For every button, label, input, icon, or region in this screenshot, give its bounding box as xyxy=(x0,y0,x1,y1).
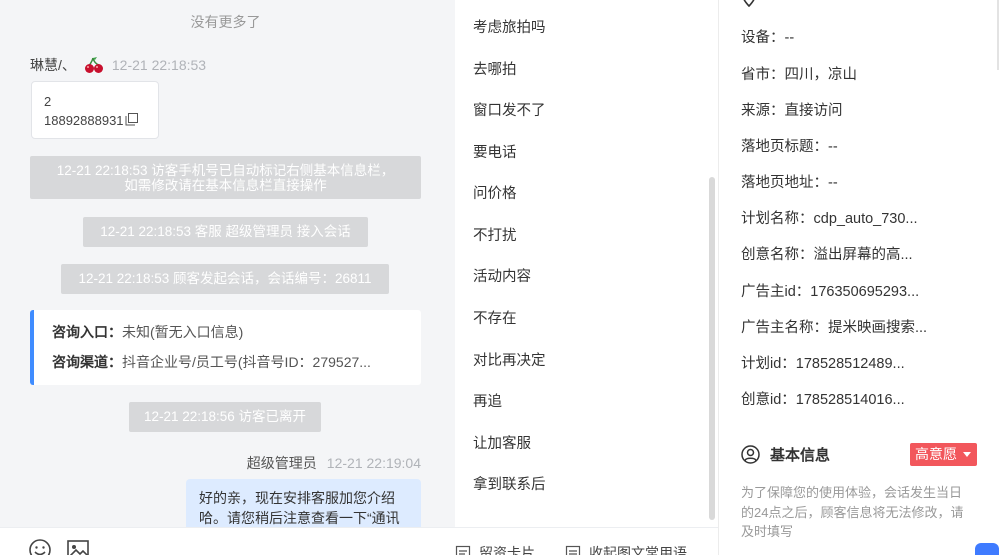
floating-action-button[interactable] xyxy=(975,543,999,555)
phone-card-line1: 2 xyxy=(44,94,52,109)
system-message-agent-joined: 12-21 22:18:53 客服 超级管理员 接入会话 xyxy=(83,217,368,247)
info-region: 省市：四川，凉山 xyxy=(741,67,857,83)
info-creative-name: 创意名称：溢出屏幕的高... xyxy=(741,247,913,263)
intent-tag-label: 高意愿 xyxy=(915,446,957,462)
quick-reply-item[interactable]: 窗口发不了 xyxy=(473,99,546,120)
quick-reply-item[interactable]: 不打扰 xyxy=(473,224,517,245)
visitor-time: 12-21 22:18:53 xyxy=(111,57,207,73)
quick-reply-item[interactable]: 去哪拍 xyxy=(473,58,517,79)
collapse-phrases-label: 收起图文常用语 xyxy=(589,545,687,555)
quick-reply-panel: 考虑旅拍吗 去哪拍 窗口发不了 要电话 问价格 不打扰 活动内容 不存在 对比再… xyxy=(455,0,719,555)
basic-info-title: 基本信息 xyxy=(770,447,831,464)
phrase-icon xyxy=(565,545,581,555)
quick-reply-item[interactable]: 要电话 xyxy=(473,141,517,162)
entry-row: 咨询入口：未知(暂无入口信息) xyxy=(52,321,421,351)
source-info-header xyxy=(741,0,757,7)
input-toolbar xyxy=(0,527,455,555)
phone-card-line2: 18892888931 xyxy=(44,111,158,130)
info-advertiser-name: 广告主名称：提米映画搜索... xyxy=(741,320,928,336)
card-icon xyxy=(455,545,471,555)
image-icon[interactable] xyxy=(66,538,90,555)
info-plan-id: 计划id：178528512489... xyxy=(741,356,905,372)
agent-header: 超级管理员 12-21 22:19:04 xyxy=(247,453,421,473)
phone-card: 2 18892888931 xyxy=(31,81,159,139)
location-icon xyxy=(743,0,755,7)
emoji-icon[interactable] xyxy=(28,538,52,555)
quick-reply-scrollbar[interactable] xyxy=(709,177,715,520)
agent-message-line: 好的亲，现在安排客服加您介绍 xyxy=(199,490,395,506)
visitor-name: 琳慧/、 xyxy=(30,57,76,73)
system-message-line: 如需修改请在基本信息栏直接操作 xyxy=(124,178,327,193)
quick-reply-item[interactable]: 考虑旅拍吗 xyxy=(473,16,546,37)
intent-tag-select[interactable]: 高意愿 xyxy=(910,443,977,466)
channel-value: 抖音企业号/员工号(抖音号ID：279527... xyxy=(122,354,371,370)
info-landing-url: 落地页地址：-- xyxy=(741,175,838,191)
agent-message-line: 哈。请您稍后注意查看一下“通讯 xyxy=(199,510,400,526)
quick-reply-item[interactable]: 让加客服 xyxy=(473,432,531,453)
edit-deadline-notice: 为了保障您的使用体验，会话发生当日的24点之后，顾客信息将无法修改，请及时填写 xyxy=(741,485,964,539)
phone-number: 18892888931 xyxy=(44,113,124,128)
system-message-line: 12-21 22:18:53 访客手机号已自动标记右侧基本信息栏， xyxy=(56,163,395,178)
channel-label: 咨询渠道： xyxy=(52,354,122,370)
info-advertiser-id: 广告主id：176350695293... xyxy=(741,284,920,300)
entry-value: 未知(暂无入口信息) xyxy=(122,324,244,340)
system-message-phone-marked: 12-21 22:18:53 访客手机号已自动标记右侧基本信息栏， 如需修改请在… xyxy=(30,156,421,199)
message-card-label: 留资卡片 xyxy=(479,545,535,555)
info-device: 设备：-- xyxy=(741,30,795,46)
agent-time: 12-21 22:19:04 xyxy=(326,455,421,471)
quick-reply-item[interactable]: 活动内容 xyxy=(473,265,531,286)
collapse-phrases-button[interactable]: 收起图文常用语 xyxy=(565,543,687,555)
basic-info-header: 基本信息 xyxy=(741,444,830,465)
system-message-visitor-left: 12-21 22:18:56 访客已离开 xyxy=(129,402,321,432)
user-circle-icon xyxy=(741,445,760,464)
quick-reply-item[interactable]: 问价格 xyxy=(473,182,517,203)
system-message-session-started: 12-21 22:18:53 顾客发起会话，会话编号：26811 xyxy=(61,264,389,294)
quick-reply-item[interactable]: 对比再决定 xyxy=(473,349,546,370)
message-card-button[interactable]: 留资卡片 xyxy=(455,543,535,555)
quick-reply-item[interactable]: 拿到联系后 xyxy=(473,473,546,494)
info-landing-title: 落地页标题：-- xyxy=(741,139,838,155)
chat-panel: 没有更多了 琳慧/、 12-21 22:18:53 2 18892888931 … xyxy=(0,0,455,555)
copy-icon[interactable] xyxy=(125,113,138,126)
info-source: 来源：直接访问 xyxy=(741,103,843,119)
visitor-info-panel: 设备：-- 省市：四川，凉山 来源：直接访问 落地页标题：-- 落地页地址：--… xyxy=(719,0,999,555)
channel-row: 咨询渠道：抖音企业号/员工号(抖音号ID：279527... xyxy=(52,351,421,381)
cherry-icon xyxy=(84,57,103,73)
no-more-label: 没有更多了 xyxy=(190,14,261,30)
quick-reply-item[interactable]: 不存在 xyxy=(473,307,517,328)
quick-reply-item[interactable]: 再追 xyxy=(473,390,502,411)
chat-scroll-rail xyxy=(446,0,455,527)
entry-label: 咨询入口： xyxy=(52,324,122,340)
caret-down-icon xyxy=(963,452,971,457)
agent-name: 超级管理员 xyxy=(246,455,317,471)
visitor-header: 琳慧/、 12-21 22:18:53 xyxy=(30,55,206,75)
quick-reply-toolbar: 留资卡片 收起图文常用语 xyxy=(455,527,719,555)
info-creative-id: 创意id：178528514016... xyxy=(741,392,905,408)
entry-info-card: 咨询入口：未知(暂无入口信息) 咨询渠道：抖音企业号/员工号(抖音号ID：279… xyxy=(30,310,421,385)
info-plan-name: 计划名称：cdp_auto_730... xyxy=(741,211,918,227)
